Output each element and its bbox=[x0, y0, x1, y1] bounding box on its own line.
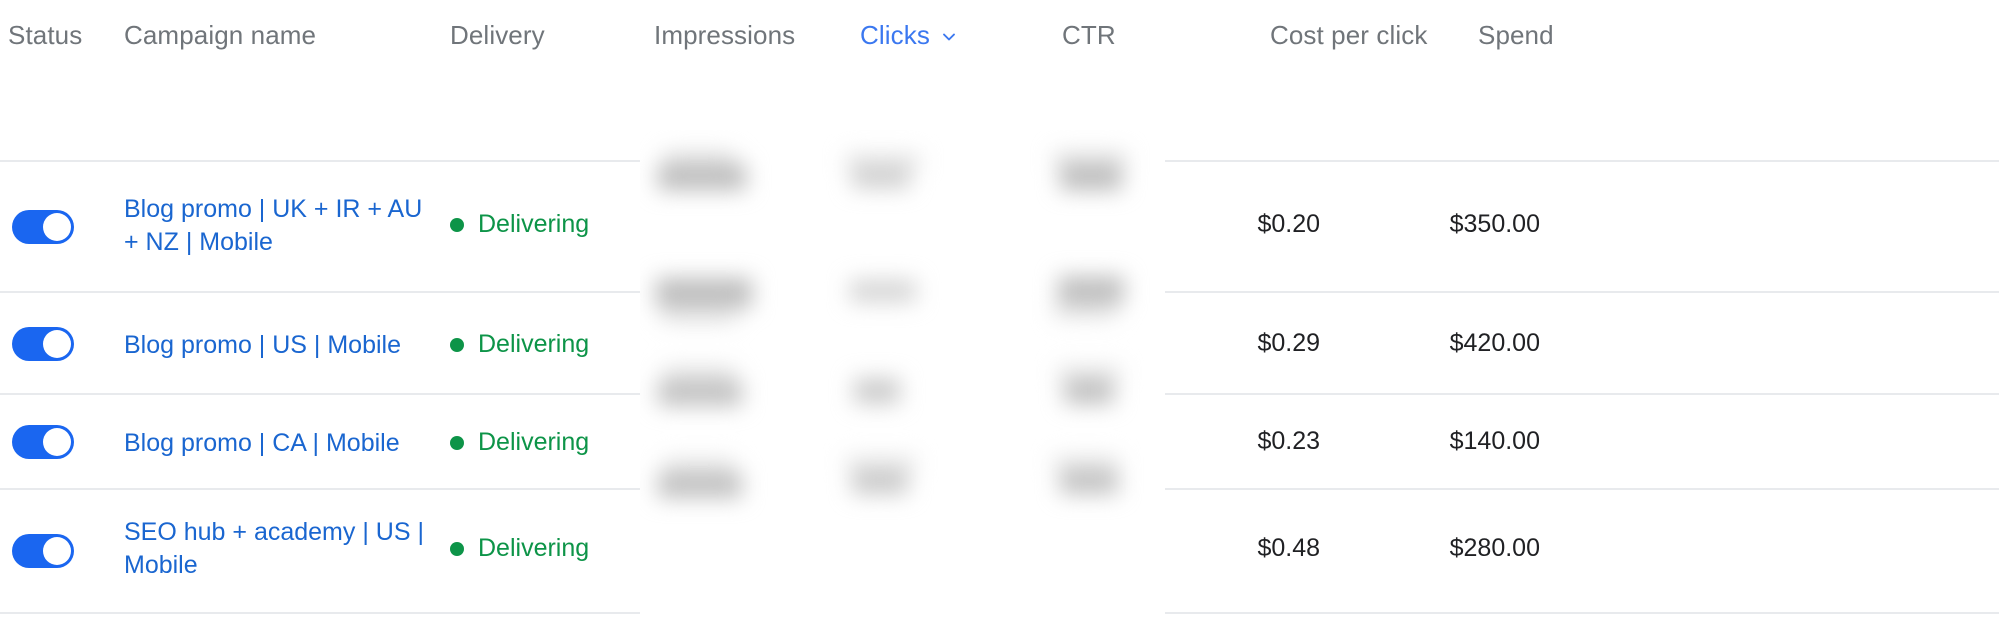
column-header-clicks[interactable]: Clicks bbox=[860, 20, 1060, 51]
campaign-name-link[interactable]: Blog promo | US | Mobile bbox=[124, 329, 434, 362]
toggle-knob bbox=[43, 428, 71, 456]
cost-per-click-value: $0.29 bbox=[1257, 329, 1320, 357]
column-header-campaign-name[interactable]: Campaign name bbox=[124, 20, 434, 51]
delivery-status: Delivering bbox=[450, 534, 589, 563]
delivery-status: Delivering bbox=[450, 210, 589, 239]
green-status-dot bbox=[450, 217, 464, 232]
toggle-knob bbox=[43, 537, 71, 565]
cost-per-click-value: $0.20 bbox=[1257, 210, 1320, 238]
green-status-dot bbox=[450, 541, 464, 556]
cost-per-click-value: $0.48 bbox=[1257, 534, 1320, 562]
toggle-knob bbox=[43, 213, 71, 241]
delivery-status-label: Delivering bbox=[478, 428, 590, 456]
green-status-dot bbox=[450, 435, 464, 450]
spend-value: $350.00 bbox=[1449, 210, 1540, 238]
campaigns-table: Status Campaign name Delivery Impression… bbox=[0, 0, 1999, 628]
spend-value: $420.00 bbox=[1449, 329, 1540, 357]
column-header-impressions[interactable]: Impressions bbox=[654, 20, 854, 51]
spend-value: $280.00 bbox=[1449, 534, 1540, 562]
campaign-status-toggle[interactable] bbox=[12, 327, 74, 361]
delivery-status: Delivering bbox=[450, 428, 589, 457]
campaign-status-toggle[interactable] bbox=[12, 425, 74, 459]
table-row[interactable]: SEO hub + academy | US | Mobile Deliveri… bbox=[0, 490, 1999, 614]
chevron-down-icon bbox=[940, 28, 958, 46]
column-header-ctr[interactable]: CTR bbox=[1062, 20, 1242, 51]
cost-per-click-value: $0.23 bbox=[1257, 427, 1320, 455]
delivery-status: Delivering bbox=[450, 330, 589, 359]
campaign-table-screen: Status Campaign name Delivery Impression… bbox=[0, 0, 1999, 628]
column-header-clicks-label: Clicks bbox=[860, 20, 930, 50]
campaign-name-link[interactable]: SEO hub + academy | US | Mobile bbox=[124, 516, 434, 582]
delivery-status-label: Delivering bbox=[478, 210, 590, 238]
table-header-row: Status Campaign name Delivery Impression… bbox=[0, 0, 1999, 162]
green-status-dot bbox=[450, 337, 464, 352]
column-header-delivery[interactable]: Delivery bbox=[450, 20, 640, 51]
column-header-status[interactable]: Status bbox=[8, 20, 118, 51]
table-row[interactable]: Blog promo | CA | Mobile Delivering $0.2… bbox=[0, 395, 1999, 490]
table-row[interactable]: Blog promo | UK + IR + AU + NZ | Mobile … bbox=[0, 162, 1999, 293]
campaign-status-toggle[interactable] bbox=[12, 534, 74, 568]
column-header-spend[interactable]: Spend bbox=[1478, 20, 1598, 51]
spend-value: $140.00 bbox=[1449, 427, 1540, 455]
delivery-status-label: Delivering bbox=[478, 330, 590, 358]
toggle-knob bbox=[43, 330, 71, 358]
campaign-name-link[interactable]: Blog promo | UK + IR + AU + NZ | Mobile bbox=[124, 193, 434, 259]
table-row[interactable]: Blog promo | US | Mobile Delivering $0.2… bbox=[0, 293, 1999, 395]
campaign-name-link[interactable]: Blog promo | CA | Mobile bbox=[124, 427, 434, 460]
delivery-status-label: Delivering bbox=[478, 534, 590, 562]
campaign-status-toggle[interactable] bbox=[12, 210, 74, 244]
